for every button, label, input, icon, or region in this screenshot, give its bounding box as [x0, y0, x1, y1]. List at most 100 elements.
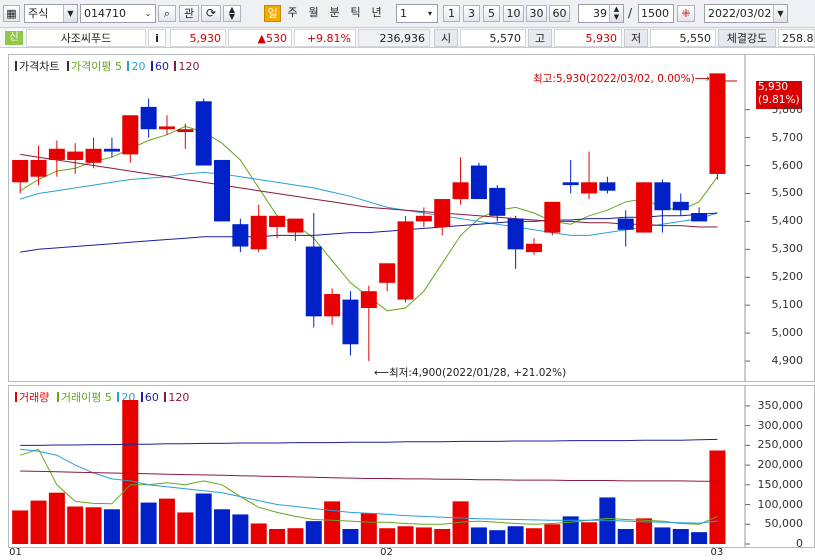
low-value: 5,550: [650, 29, 716, 47]
tab-day[interactable]: 일: [264, 5, 281, 22]
updown-arrows-icon[interactable]: ▲ ▼: [223, 5, 241, 22]
volume-value: 236,936: [358, 29, 430, 47]
tab-minute[interactable]: 분: [326, 5, 343, 22]
divider-slash: /: [628, 6, 633, 20]
volume-bar: [507, 526, 524, 544]
volume-y-axis: 350,000 300,000 250,000 200,000 150,000 100,0…: [747, 386, 813, 550]
volume-bar: [67, 506, 84, 544]
interval-1-button[interactable]: 1: [443, 5, 460, 22]
candle-body: [85, 148, 102, 163]
price-y-tick-label: 5,600: [771, 158, 804, 172]
chevron-down-icon[interactable]: ▼: [63, 5, 77, 22]
candle-body: [636, 182, 653, 233]
candle-body: [691, 213, 708, 222]
x-tick-label: 03: [710, 547, 724, 558]
date-picker[interactable]: 2022/03/02 ▼: [704, 4, 788, 23]
volume-bar: [287, 528, 304, 544]
candle-body: [581, 182, 598, 194]
volume-chart-pane[interactable]: 거래량 거래이평 5 20 60 120 350,000 300,000 250,0…: [8, 385, 815, 550]
interval-10-button[interactable]: 10: [503, 5, 524, 22]
tab-tick[interactable]: 틱: [347, 5, 364, 22]
spinner-icon[interactable]: ▲ ▼: [609, 5, 623, 22]
total-count-field: 1500: [638, 4, 674, 23]
watchlist-button[interactable]: 관: [179, 5, 199, 22]
candle-body: [654, 182, 671, 211]
volume-y-tick-label: 50,000: [764, 517, 804, 531]
volume-bar: [122, 399, 139, 544]
volume-bar: [434, 529, 451, 544]
tab-year[interactable]: 년: [368, 5, 385, 22]
candle-body: [415, 215, 432, 222]
candle-body: [452, 182, 469, 200]
ma-20-line: [20, 171, 718, 236]
interval-3-button[interactable]: 3: [463, 5, 480, 22]
market-select-value: 주식: [28, 7, 49, 20]
total-count-value: 1500: [641, 7, 669, 20]
x-tick-label: 02: [380, 547, 393, 558]
chevron-down-icon[interactable]: ⌄: [141, 5, 155, 22]
interval-60-button[interactable]: 60: [549, 5, 570, 22]
stock-code-input[interactable]: 014710 ⌄: [80, 4, 156, 23]
volume-bar: [470, 527, 487, 544]
volume-y-tick-label: 350,000: [757, 398, 804, 412]
volume-bar: [617, 529, 634, 544]
open-label: 시: [434, 29, 458, 47]
volume-bar: [360, 513, 377, 544]
chevron-down-icon[interactable]: ▼: [773, 5, 787, 22]
stock-code-value: 014710: [84, 7, 126, 20]
candle-body: [103, 148, 120, 152]
price-chart-pane[interactable]: 가격차트 가격이평 5 20 60 120 최고:5,930(2022/03/0…: [8, 54, 815, 382]
volume-bar: [691, 532, 708, 544]
candle-body: [489, 187, 506, 216]
count-input[interactable]: 39 ▲ ▼: [578, 4, 624, 23]
volume-bar: [158, 498, 175, 544]
search-icon[interactable]: ⌕: [158, 5, 176, 22]
price-chart-canvas: [12, 55, 750, 381]
volume-bar: [581, 522, 598, 544]
candle-body: [140, 106, 157, 130]
info-icon[interactable]: i: [148, 29, 166, 47]
high-label: 고: [528, 29, 552, 47]
volume-bar: [379, 528, 396, 544]
grid-icon[interactable]: ▦: [3, 5, 20, 22]
interval-select[interactable]: 1 ▾: [396, 4, 438, 23]
volume-bar: [85, 507, 102, 544]
interval-30-button[interactable]: 30: [526, 5, 547, 22]
x-tick-label: 01: [9, 547, 22, 558]
volume-bar: [195, 493, 212, 544]
interval-5-button[interactable]: 5: [483, 5, 500, 22]
tab-month[interactable]: 월: [305, 5, 322, 22]
open-value: 5,570: [460, 29, 526, 47]
candle-body: [562, 182, 579, 186]
price-y-tick-label: 5,400: [771, 214, 804, 228]
refresh-icon[interactable]: ⟳: [201, 5, 221, 22]
chevron-down-icon[interactable]: ▾: [423, 5, 437, 22]
candle-body: [617, 218, 634, 230]
settings-icon[interactable]: ⁜: [677, 5, 695, 22]
volume-bar: [342, 529, 359, 544]
tab-week[interactable]: 주: [284, 5, 301, 22]
candle-body: [324, 294, 341, 317]
candle-body: [544, 201, 561, 233]
price-y-tick-label: 5,300: [771, 242, 804, 256]
strength-label: 체결강도: [718, 29, 776, 47]
candle-body: [397, 221, 414, 300]
volume-bar: [415, 527, 432, 544]
volume-y-tick-label: 250,000: [757, 438, 804, 452]
candle-body: [122, 115, 139, 155]
candle-body: [250, 215, 267, 250]
volume-bar: [12, 510, 29, 544]
volume-y-tick-label: 200,000: [757, 458, 804, 472]
market-select[interactable]: 주식 ▼: [24, 4, 78, 23]
ma-60-line: [20, 212, 718, 253]
candle-body: [379, 263, 396, 283]
credit-badge: 신: [5, 31, 23, 45]
price-y-tick-label: 5,000: [771, 326, 804, 340]
price-change: ▲530: [228, 29, 292, 47]
interval-select-value: 1: [400, 7, 407, 20]
low-label: 저: [624, 29, 648, 47]
price-y-tick-label: 4,900: [771, 354, 804, 368]
candle-body: [214, 159, 231, 222]
x-axis: 01 02 03: [8, 547, 815, 560]
volume-bar: [214, 509, 231, 544]
